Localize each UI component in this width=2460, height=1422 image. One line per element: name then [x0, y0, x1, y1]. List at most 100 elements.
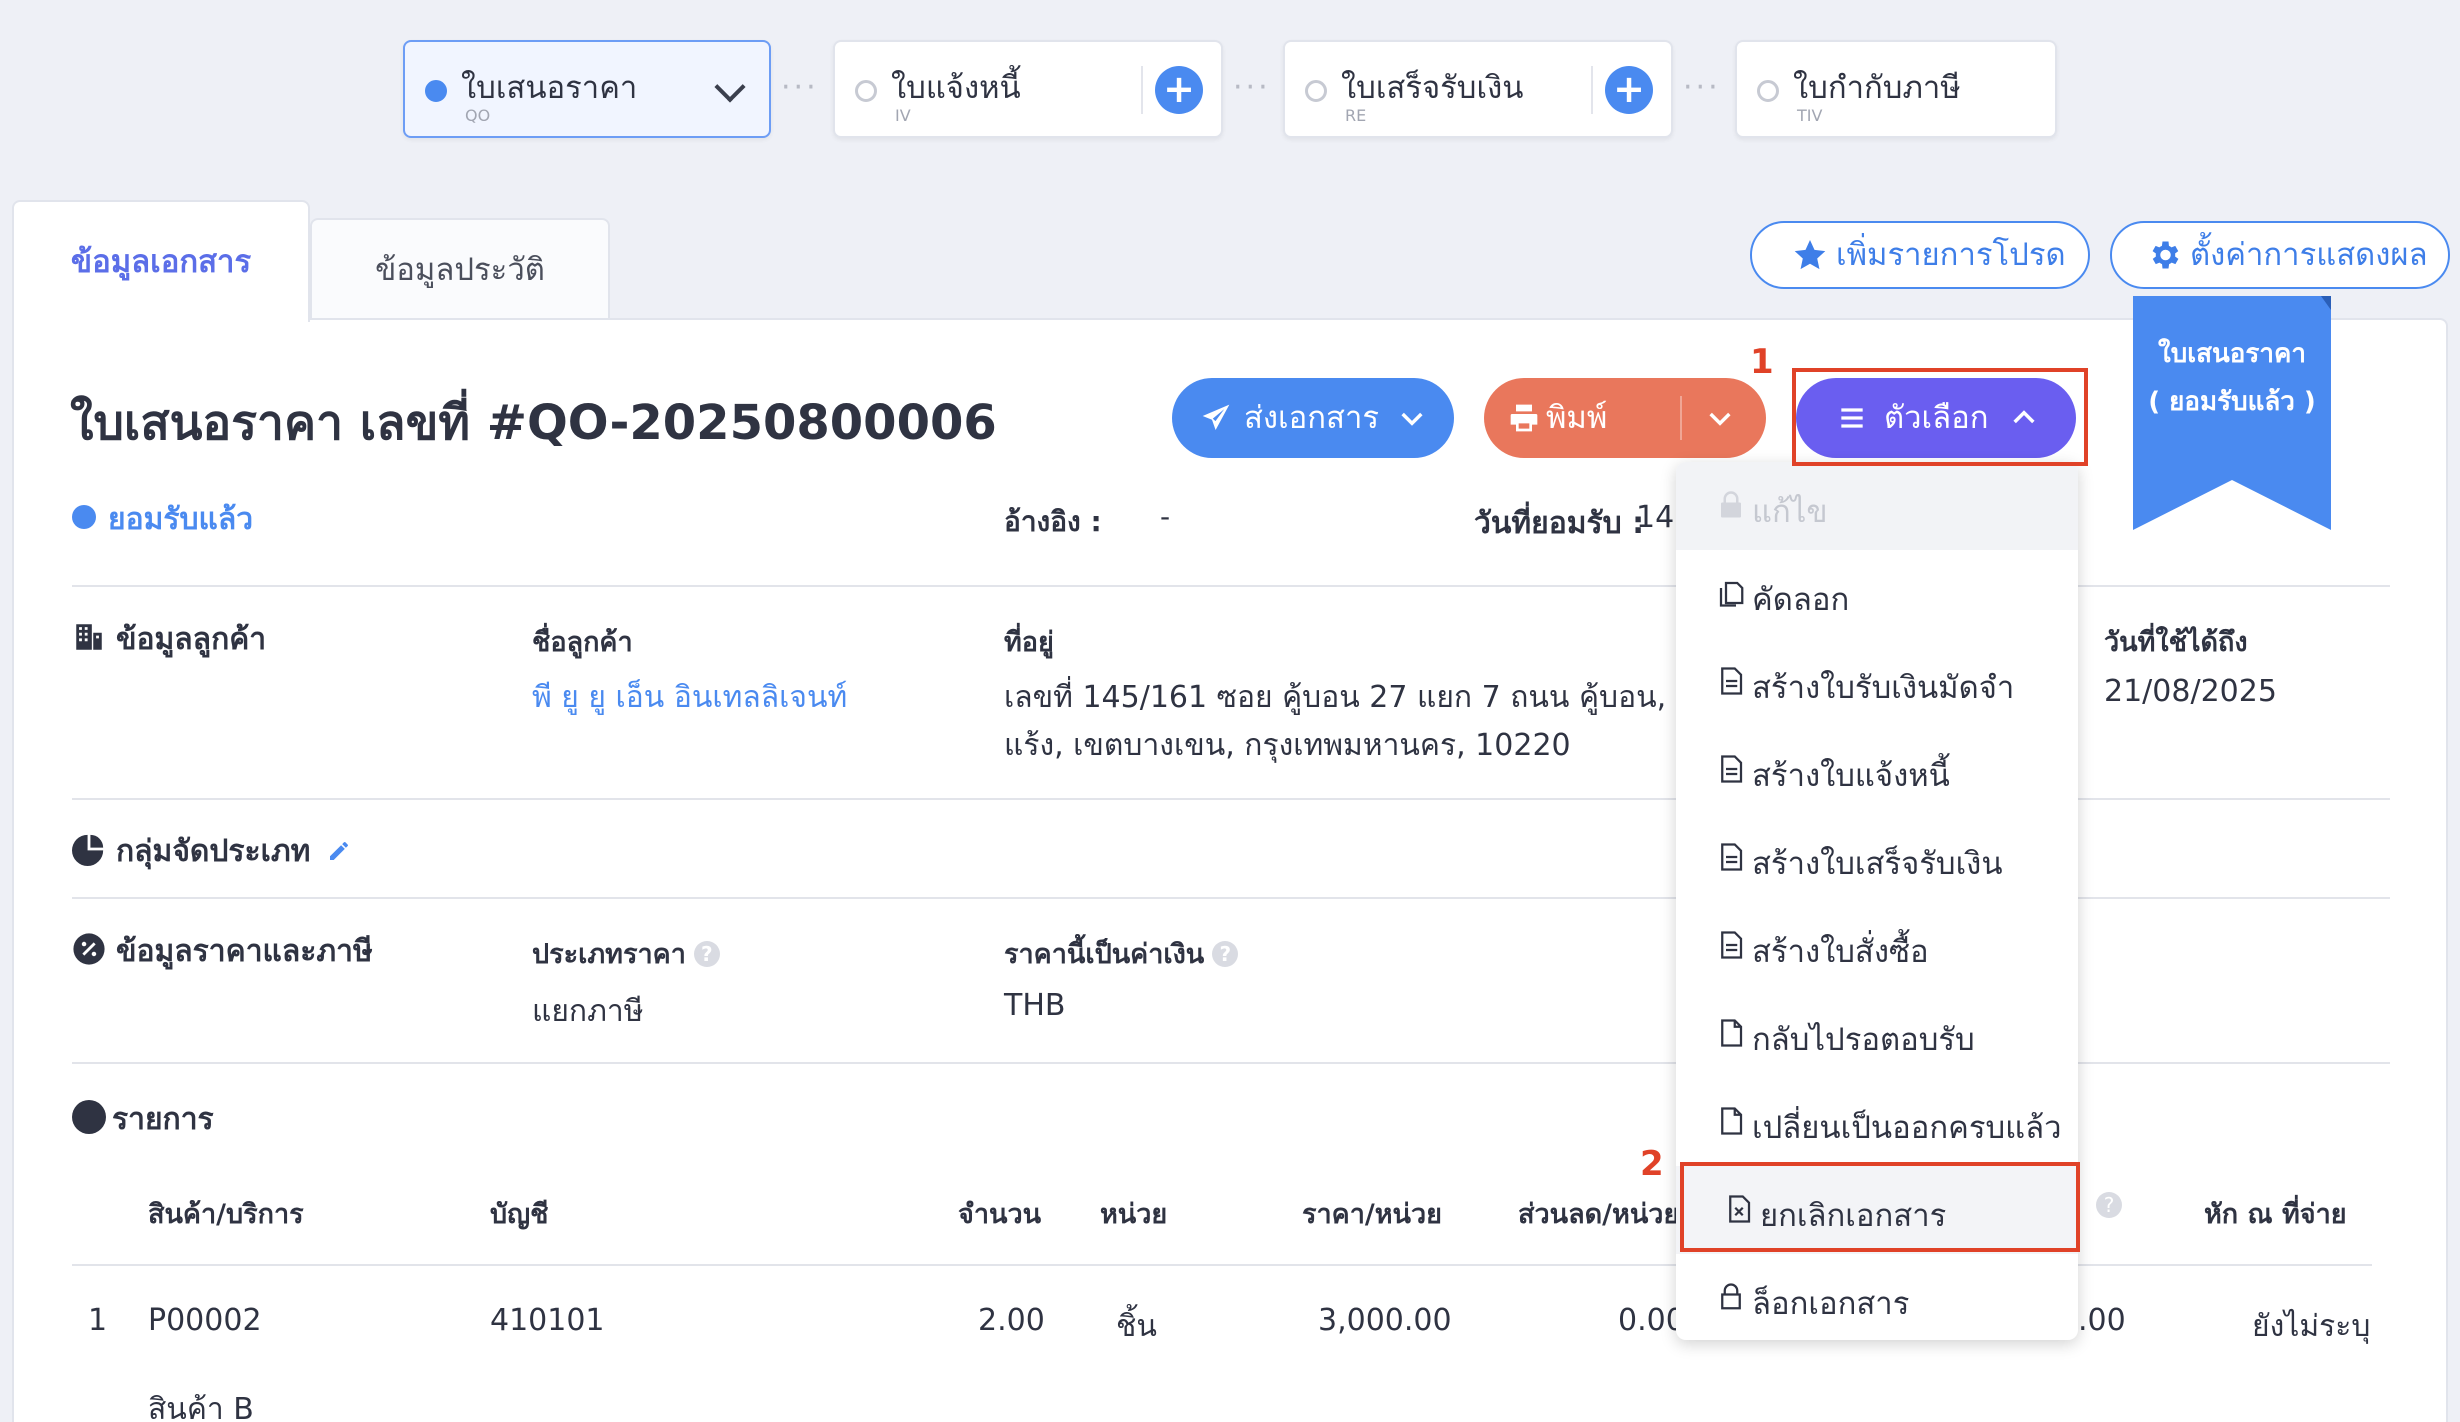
unit-price-value: 3,000.00: [1318, 1303, 1452, 1338]
menu-item-label: สร้างใบเสร็จรับเงิน: [1752, 846, 2003, 882]
star-icon: [1794, 240, 1826, 270]
menu-item-create-receipt[interactable]: สร้างใบเสร็จรับเงิน: [1676, 814, 2078, 902]
step-dot: [855, 80, 877, 102]
flow-step-tax-invoice[interactable]: ใบกำกับภาษี TIV: [1735, 40, 2057, 138]
step-code: TIV: [1797, 106, 1823, 125]
lock-outline-icon: [1721, 1283, 1741, 1310]
step-dot: [1757, 80, 1779, 102]
menu-item-label: เปลี่ยนเป็นออกครบแล้ว: [1752, 1110, 2062, 1146]
amount-value: .00: [2078, 1303, 2126, 1338]
pencil-icon[interactable]: [327, 839, 351, 863]
printer-icon: [1510, 404, 1538, 432]
print-label: พิมพ์: [1546, 400, 1608, 436]
flow-connector: ···: [1233, 70, 1271, 105]
product-code-link[interactable]: P00002: [148, 1303, 262, 1338]
help-icon[interactable]: ?: [2096, 1192, 2122, 1218]
menu-item-copy[interactable]: คัดลอก: [1676, 550, 2078, 638]
price-type-label-text: ประเภทราคา: [532, 939, 686, 970]
tab-document-info[interactable]: ข้อมูลเอกสาร: [12, 200, 310, 322]
display-settings-label: ตั้งค่าการแสดงผล: [2190, 237, 2428, 273]
column-header-quantity: จำนวน: [958, 1199, 1042, 1230]
send-label: ส่งเอกสาร: [1244, 400, 1380, 436]
document-icon: [1721, 755, 1743, 783]
help-icon[interactable]: ?: [1212, 941, 1239, 967]
document-icon: [1721, 843, 1743, 871]
menu-item-revert-pending[interactable]: กลับไปรอตอบรับ: [1676, 990, 2078, 1078]
price-type-label: ประเภทราคา?: [532, 932, 720, 975]
flow-step-receipt[interactable]: ใบเสร็จรับเงิน RE +: [1283, 40, 1673, 138]
gear-icon: [2152, 241, 2179, 269]
account-value: 410101: [490, 1303, 605, 1338]
pie-chart-icon: [72, 834, 104, 866]
reference-label: อ้างอิง :: [1004, 505, 1102, 538]
display-settings-button[interactable]: ตั้งค่าการแสดงผล: [2110, 221, 2450, 289]
discount-icon: [73, 933, 105, 965]
currency-value: THB: [1004, 988, 1066, 1023]
step-active-dot: [425, 80, 447, 102]
product-name: สินค้า B: [148, 1392, 254, 1422]
document-flow: ใบเสนอราคา QO ··· ใบแจ้งหนี้ IV + ··· ใบ…: [403, 40, 2063, 138]
accepted-date-label: วันที่ยอมรับ :: [1474, 506, 1645, 541]
menu-item-lock-document[interactable]: ล็อกเอกสาร: [1676, 1254, 2078, 1342]
copy-icon: [1719, 581, 1744, 607]
step-label: ใบเสร็จรับเงิน: [1341, 70, 1524, 106]
add-favorite-button[interactable]: เพิ่มรายการโปรด: [1750, 221, 2090, 289]
chevron-down-icon[interactable]: [714, 71, 746, 103]
step-label: ใบกำกับภาษี: [1793, 70, 1961, 106]
column-header-product: สินค้า/บริการ: [148, 1199, 304, 1230]
document-icon: [1721, 931, 1743, 959]
step-code: RE: [1345, 106, 1367, 125]
ribbon-line-1: ใบเสนอราคา: [2158, 339, 2306, 369]
divider: [1141, 66, 1143, 114]
price-type-value: แยกภาษี: [532, 994, 644, 1029]
status-dot: [72, 505, 96, 529]
step-dot: [1305, 80, 1327, 102]
menu-item-label: ล็อกเอกสาร: [1752, 1286, 1910, 1322]
flow-connector: ···: [1683, 70, 1721, 105]
menu-item-create-purchase-order[interactable]: สร้างใบสั่งซื้อ: [1676, 902, 2078, 990]
pricing-section-title: ข้อมูลราคาและภาษี: [116, 934, 373, 969]
flow-step-quotation[interactable]: ใบเสนอราคา QO: [403, 40, 771, 138]
withholding-value: ยังไม่ระบุ: [2252, 1309, 2371, 1344]
step-code: IV: [895, 106, 911, 125]
flow-step-invoice[interactable]: ใบแจ้งหนี้ IV +: [833, 40, 1223, 138]
quantity-value: 2.00: [978, 1303, 1045, 1338]
status-badge: ยอมรับแล้ว: [108, 502, 254, 537]
column-header-unit: หน่วย: [1100, 1199, 1168, 1230]
help-icon[interactable]: ?: [693, 941, 720, 967]
step-code: QO: [465, 106, 491, 125]
menu-item-label: สร้างใบรับเงินมัดจำ: [1752, 670, 2015, 706]
tab-label: ข้อมูลเอกสาร: [70, 244, 252, 280]
step-label: ใบแจ้งหนี้: [891, 70, 1021, 106]
paper-plane-icon: [1202, 404, 1230, 430]
column-header-unit-price: ราคา/หน่วย: [1302, 1199, 1442, 1230]
print-button[interactable]: พิมพ์: [1484, 378, 1766, 458]
menu-item-edit: แก้ไข: [1676, 462, 2078, 550]
column-header-account: บัญชี: [490, 1199, 549, 1230]
status-ribbon-text: ใบเสนอราคา ( ยอมรับแล้ว ): [2133, 330, 2331, 426]
customer-section-title: ข้อมูลลูกค้า: [116, 622, 267, 657]
divider: [1591, 66, 1593, 114]
menu-item-create-invoice[interactable]: สร้างใบแจ้งหนี้: [1676, 726, 2078, 814]
document-card: [12, 318, 2448, 1422]
send-document-button[interactable]: ส่งเอกสาร: [1172, 378, 1454, 458]
customer-name-label: ชื่อลูกค้า: [532, 627, 633, 658]
annotation-box-1: [1792, 368, 2088, 466]
menu-item-create-deposit[interactable]: สร้างใบรับเงินมัดจำ: [1676, 638, 2078, 726]
building-icon: [76, 624, 102, 650]
tab-history[interactable]: ข้อมูลประวัติ: [310, 218, 610, 318]
annotation-number-2: 2: [1640, 1144, 1664, 1184]
divider: [1680, 396, 1682, 440]
step-label: ใบเสนอราคา: [461, 70, 638, 106]
category-section-title: กลุ่มจัดประเภท: [116, 828, 351, 875]
add-invoice-button[interactable]: +: [1155, 66, 1203, 114]
customer-name-link[interactable]: พี ยู ยู เอ็น อินเทลลิเจนท์: [532, 674, 847, 721]
menu-item-label: กลับไปรอตอบรับ: [1752, 1022, 1975, 1058]
menu-item-mark-completed[interactable]: เปลี่ยนเป็นออกครบแล้ว: [1676, 1078, 2078, 1166]
add-receipt-button[interactable]: +: [1605, 66, 1653, 114]
currency-label: ราคานี้เป็นค่าเงิน?: [1004, 932, 1239, 975]
add-favorite-label: เพิ่มรายการโปรด: [1836, 237, 2066, 273]
chevron-down-icon[interactable]: [1704, 402, 1736, 434]
menu-item-label: สร้างใบแจ้งหนี้: [1752, 758, 1950, 794]
valid-until-label: วันที่ใช้ได้ถึง: [2104, 627, 2248, 658]
